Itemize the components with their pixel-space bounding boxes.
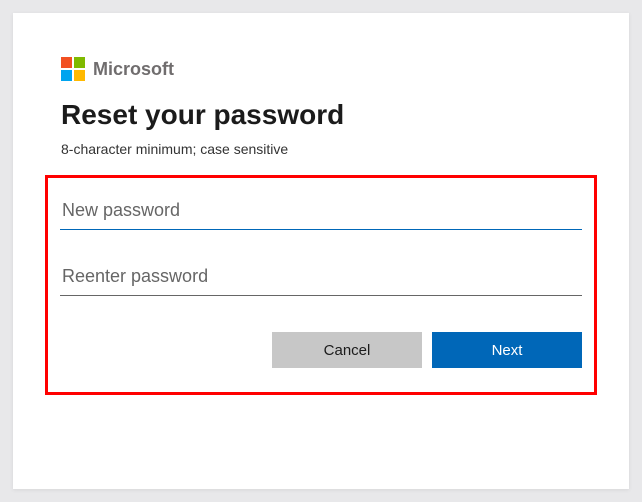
reset-password-card: Microsoft Reset your password 8-characte…: [13, 13, 629, 489]
page-title: Reset your password: [61, 99, 581, 131]
form-highlight-box: Cancel Next: [45, 175, 597, 395]
brand-row: Microsoft: [61, 57, 581, 81]
button-row: Cancel Next: [60, 332, 582, 368]
reenter-password-input[interactable]: [60, 258, 582, 296]
page-subtitle: 8-character minimum; case sensitive: [61, 141, 581, 157]
cancel-button[interactable]: Cancel: [272, 332, 422, 368]
microsoft-logo-icon: [61, 57, 85, 81]
next-button[interactable]: Next: [432, 332, 582, 368]
brand-wordmark: Microsoft: [93, 59, 174, 80]
new-password-input[interactable]: [60, 192, 582, 230]
